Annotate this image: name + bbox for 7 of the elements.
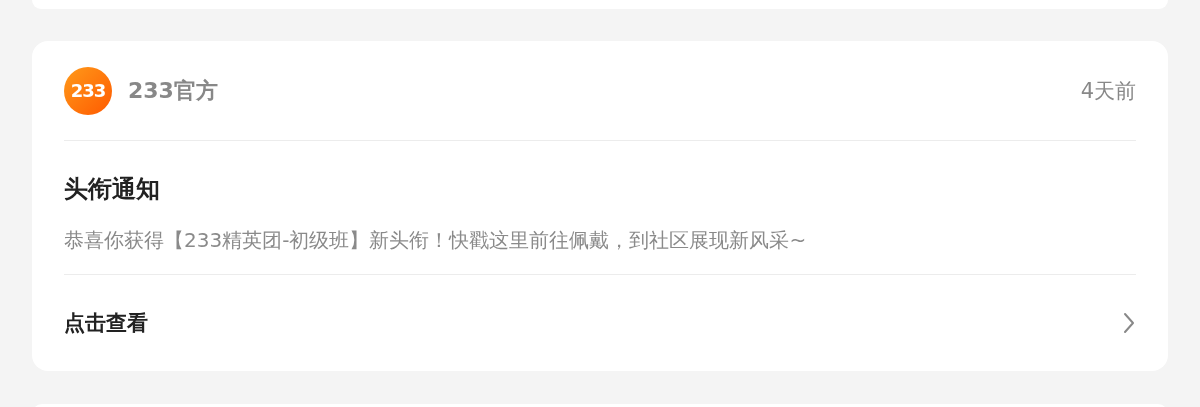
message-time: 4天前 [1080,77,1136,105]
message-body: 恭喜你获得【233精英团-初级班】新头衔！快戳这里前往佩戴，到社区展现新风采~ [64,227,808,254]
sender-name: 233官方 [128,76,218,105]
chevron-right-icon[interactable] [1122,312,1136,334]
view-link[interactable]: 点击查看 [64,309,148,337]
sender-avatar: 233 [64,66,112,115]
message-title: 头衔通知 [64,174,161,205]
